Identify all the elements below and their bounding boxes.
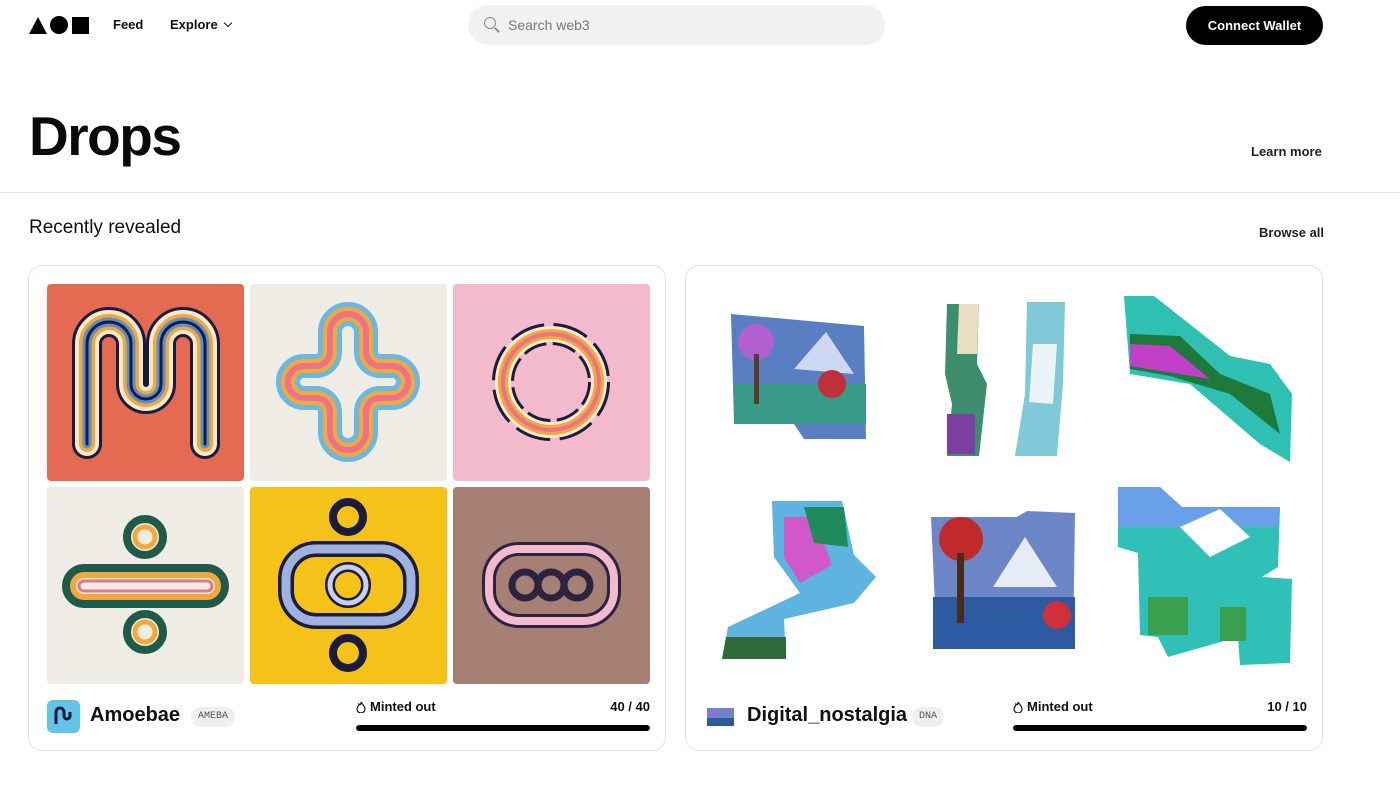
artwork-thumbnail[interactable] — [453, 284, 650, 481]
mint-status-label: Minted out — [370, 699, 436, 714]
connect-wallet-button[interactable]: Connect Wallet — [1186, 6, 1323, 45]
collection-avatar — [704, 700, 737, 733]
artwork-thumbnail[interactable] — [453, 487, 650, 684]
top-navigation: Feed Explore Connect Wallet — [0, 0, 1400, 50]
artwork-thumbnail[interactable] — [47, 284, 244, 481]
artwork-grid — [704, 284, 1307, 684]
mint-status: Minted out — [1013, 699, 1093, 714]
mint-count: 40 / 40 — [610, 699, 650, 714]
site-logo[interactable] — [29, 16, 89, 34]
mint-progress-bar — [356, 725, 650, 731]
collection-avatar — [47, 700, 80, 733]
collection-name[interactable]: Amoebae — [90, 704, 180, 727]
artwork-thumbnail[interactable] — [907, 487, 1104, 684]
browse-all-link[interactable]: Browse all — [1259, 225, 1324, 240]
learn-more-link[interactable]: Learn more — [1251, 144, 1322, 159]
search-icon — [484, 17, 500, 33]
artwork-thumbnail[interactable] — [1110, 284, 1307, 481]
chevron-down-icon — [223, 18, 232, 28]
artwork-thumbnail[interactable] — [1110, 487, 1307, 684]
artwork-thumbnail[interactable] — [250, 284, 447, 481]
mint-progress-fill — [356, 725, 650, 731]
drop-card-amoebae[interactable]: Amoebae AMEBA Minted out 40 / 40 — [28, 265, 666, 751]
card-footer: Amoebae AMEBA Minted out 40 / 40 — [47, 698, 650, 734]
logo-circle-icon — [50, 16, 68, 34]
mint-progress-bar — [1013, 725, 1307, 731]
mint-status: Minted out — [356, 699, 436, 714]
flame-icon — [1013, 701, 1023, 713]
drop-card-digital-nostalgia[interactable]: Digital_nostalgia DNA Minted out 10 / 10 — [685, 265, 1323, 751]
artwork-thumbnail[interactable] — [704, 284, 901, 481]
search-bar[interactable] — [468, 5, 885, 45]
mint-status-label: Minted out — [1027, 699, 1093, 714]
mint-count: 10 / 10 — [1267, 699, 1307, 714]
nav-feed[interactable]: Feed — [113, 17, 143, 32]
flame-icon — [356, 701, 366, 713]
search-input[interactable] — [508, 17, 868, 33]
collection-name[interactable]: Digital_nostalgia — [747, 704, 907, 727]
artwork-thumbnail[interactable] — [47, 487, 244, 684]
card-footer: Digital_nostalgia DNA Minted out 10 / 10 — [704, 698, 1307, 734]
collection-symbol-badge: DNA — [912, 707, 945, 727]
artwork-thumbnail[interactable] — [250, 487, 447, 684]
nav-explore-label: Explore — [170, 17, 218, 32]
mint-progress-fill — [1013, 725, 1307, 731]
artwork-thumbnail[interactable] — [907, 284, 1104, 481]
nav-explore[interactable]: Explore — [170, 17, 232, 32]
section-title: Recently revealed — [29, 217, 182, 238]
section-divider — [0, 192, 1400, 193]
page-title: Drops — [29, 105, 182, 167]
collection-symbol-badge: AMEBA — [191, 707, 236, 727]
logo-square-icon — [72, 16, 89, 34]
logo-triangle-icon — [29, 16, 47, 34]
artwork-grid — [47, 284, 650, 684]
artwork-thumbnail[interactable] — [704, 487, 901, 684]
